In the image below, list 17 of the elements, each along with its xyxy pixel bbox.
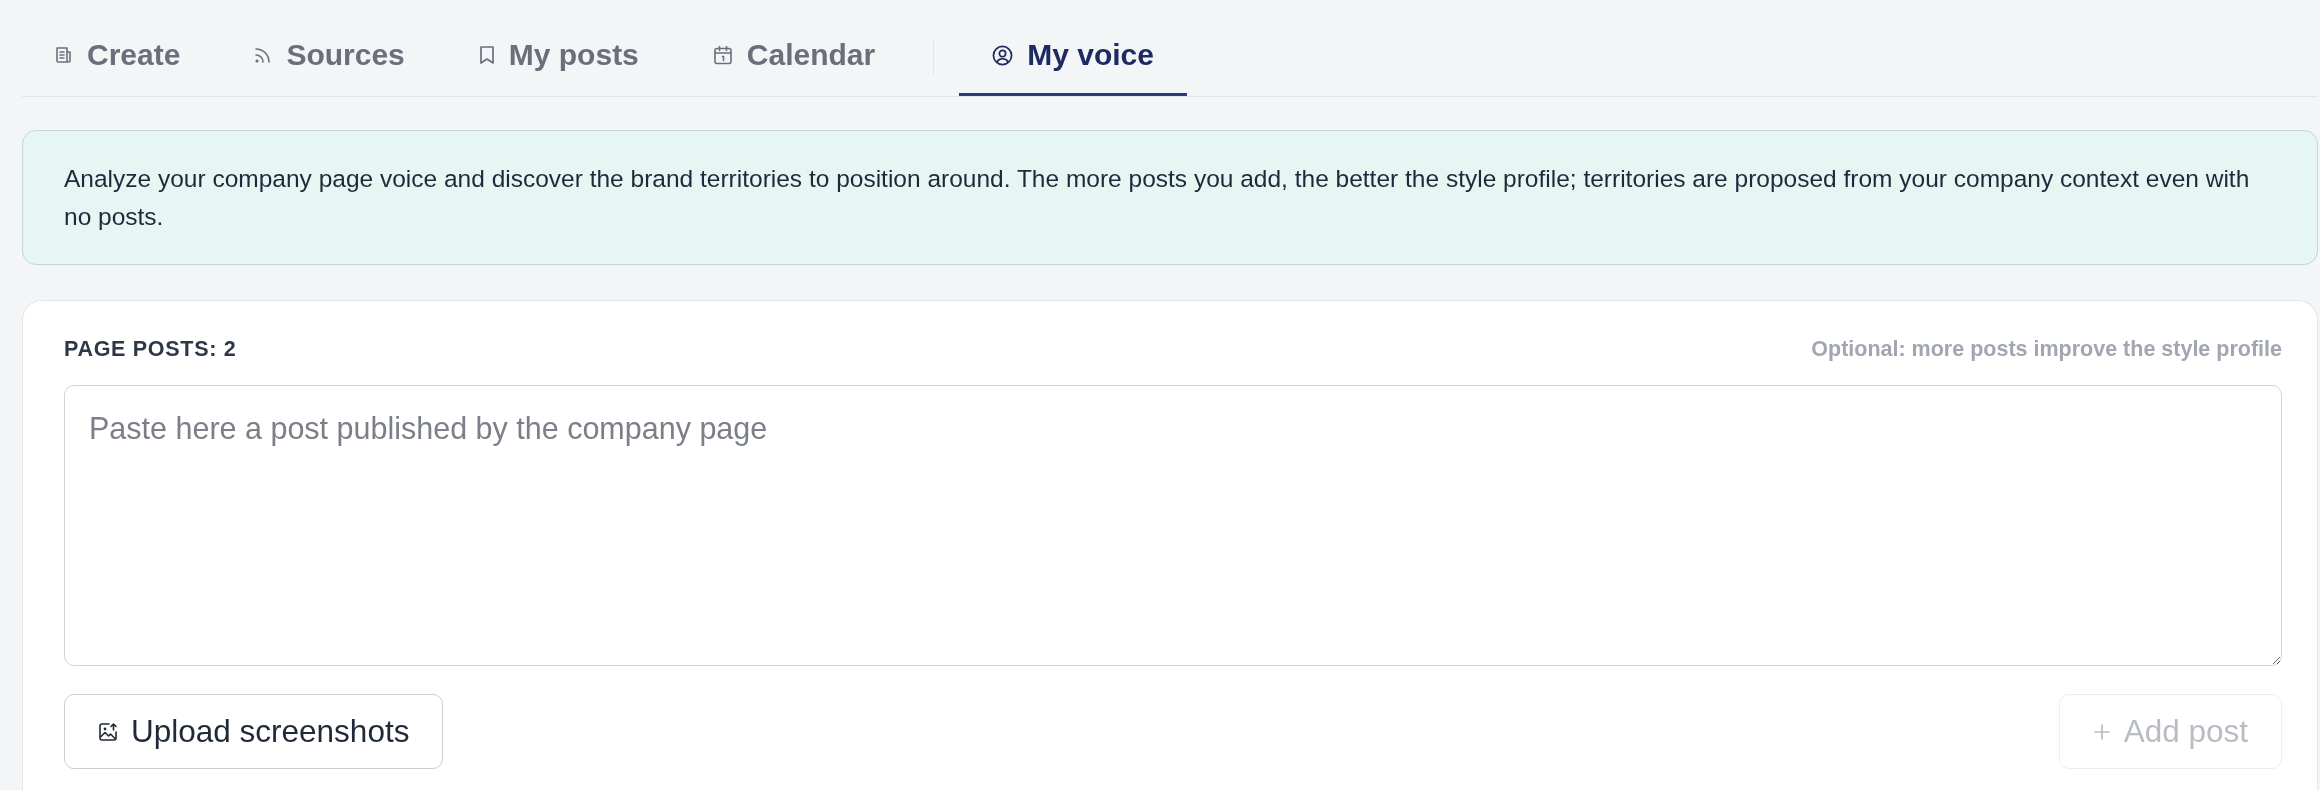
tab[interactable]: My posts: [445, 17, 672, 96]
image-upload-icon: [98, 721, 118, 742]
hint-text: Optional: more posts improve the style profile: [1811, 336, 2282, 362]
tab[interactable]: Sources: [221, 17, 438, 96]
info-text: Analyze your company page voice and discover the brand territories to position around. The more posts you add, the better the style profile; territories are proposed from your company context even with no posts.: [64, 164, 2251, 232]
tab[interactable]: Create: [22, 17, 214, 96]
document-icon: [55, 46, 73, 64]
bookmark-icon: [478, 45, 495, 65]
tab[interactable]: Calendar: [679, 17, 909, 96]
user-circle-icon: [992, 44, 1014, 66]
post-textarea[interactable]: Paste here a post published by the company page: [64, 385, 2282, 666]
plus-icon: [2092, 722, 2111, 741]
tab[interactable]: My voice: [959, 17, 1187, 96]
upload-button[interactable]: Upload screenshots: [64, 694, 444, 769]
calendar-icon: [712, 45, 733, 65]
rss-icon: [254, 46, 273, 64]
posts-count-title: PAGE POSTS: 2: [64, 336, 237, 362]
